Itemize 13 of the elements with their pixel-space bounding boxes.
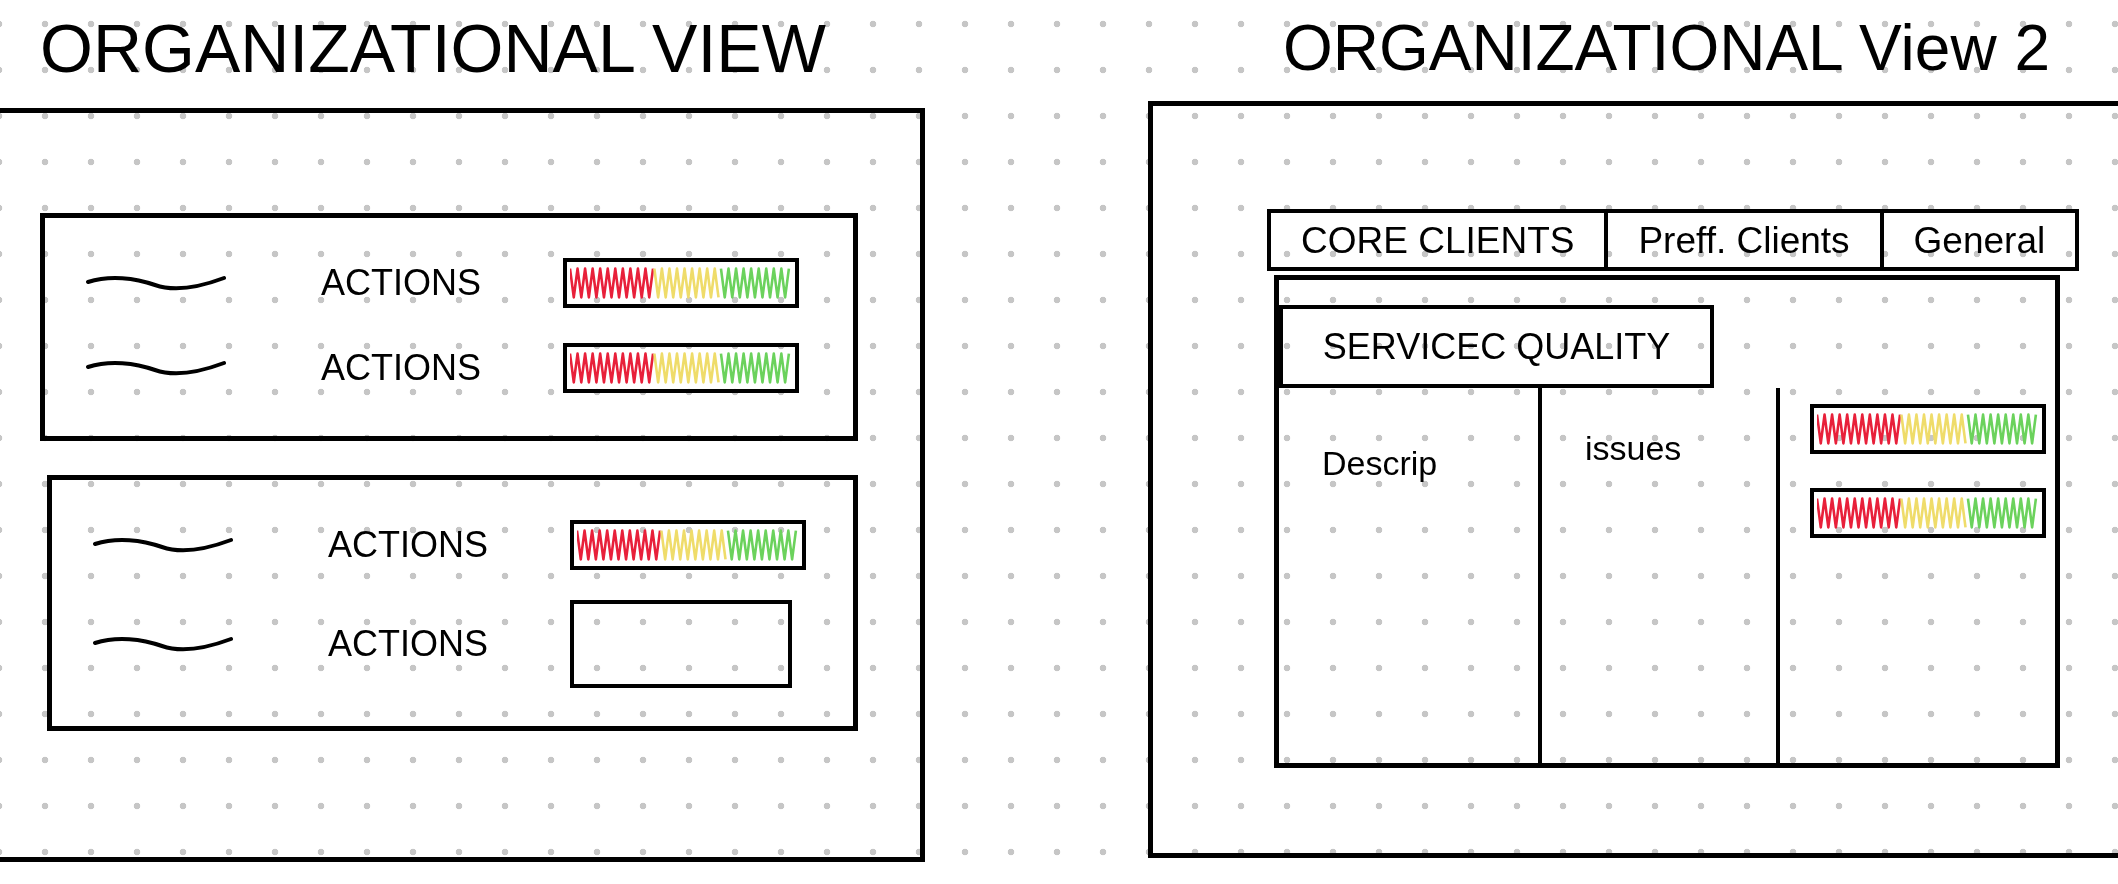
- row-label: ACTIONS: [328, 524, 488, 566]
- tab[interactable]: CORE CLIENTS: [1271, 213, 1605, 267]
- view-title: ORGANIZATIONAL VIEW: [40, 14, 826, 82]
- input-field[interactable]: [570, 600, 792, 688]
- column-heading: issues: [1585, 428, 1682, 469]
- view-title: ORGANIZATIONAL View 2: [1283, 16, 2050, 80]
- tab[interactable]: General: [1879, 213, 2076, 267]
- row-label: ACTIONS: [321, 347, 481, 389]
- row-label: ACTIONS: [321, 262, 481, 304]
- tab[interactable]: Preff. Clients: [1604, 213, 1880, 267]
- row-label: ACTIONS: [328, 623, 488, 665]
- column-heading: Descrip: [1322, 443, 1438, 484]
- section-tab[interactable]: SERVICEC QUALITY: [1279, 305, 1714, 388]
